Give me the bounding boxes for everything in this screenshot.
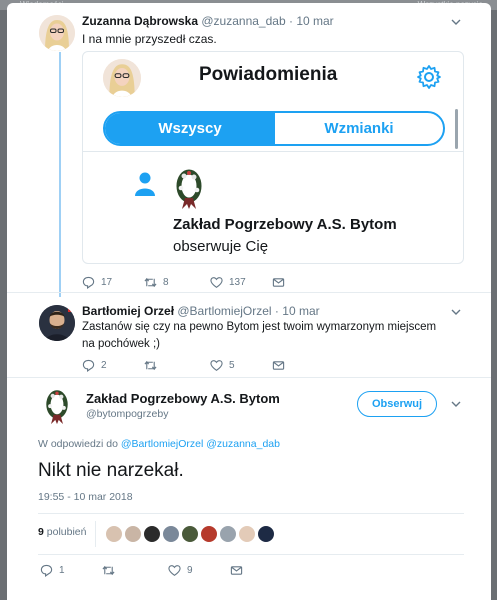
reply-mention-link[interactable]: @zuzanna_dab [206, 438, 280, 450]
thread-line [59, 52, 61, 297]
tweet-text: Zastanów się czy na pewno Bytom jest two… [82, 321, 437, 350]
tweet-text: Nikt nie narzekał. [38, 460, 184, 481]
retweet-count: 8 [163, 276, 169, 288]
like-button[interactable]: 9 [168, 562, 193, 578]
reply-count: 17 [101, 276, 113, 288]
avatar-bartlomiej[interactable] [39, 305, 75, 341]
tweet-text: I na mnie przyszedł czas. [82, 32, 217, 46]
likes-summary[interactable]: 9 polubień [38, 526, 86, 538]
author-name[interactable]: Bartłomiej Orzeł [82, 304, 174, 318]
liker-avatar[interactable] [257, 525, 275, 543]
divider [95, 521, 96, 547]
liker-avatar[interactable] [124, 525, 142, 543]
author-name[interactable]: Zuzanna Dąbrowska [82, 14, 198, 28]
liker-avatar[interactable] [219, 525, 237, 543]
reply-count: 2 [101, 359, 107, 371]
avatar-zuzanna[interactable] [39, 15, 75, 51]
liker-avatar[interactable] [181, 525, 199, 543]
message-button[interactable] [230, 562, 243, 578]
avatar-zaklad[interactable] [39, 389, 75, 425]
divider [7, 377, 491, 378]
reply-button[interactable]: 17 [82, 274, 112, 290]
liker-avatar[interactable] [162, 525, 180, 543]
tweet-timestamp[interactable]: 19:55 - 10 mar 2018 [38, 491, 133, 503]
heart-icon [210, 276, 223, 288]
follower-action: obserwuje Cię [173, 238, 269, 255]
reply-context: W odpowiedzi do @BartlomiejOrzel @zuzann… [38, 438, 280, 450]
message-button[interactable] [272, 357, 285, 373]
chevron-down-icon[interactable] [451, 307, 461, 317]
tweet2-header: Bartłomiej Orzeł @BartlomiejOrzel · 10 m… [82, 304, 320, 318]
like-count: 9 [187, 564, 193, 576]
like-button[interactable]: 5 [210, 357, 235, 373]
retweet-icon [144, 360, 157, 370]
embedded-screenshot[interactable]: Powiadomienia Wszyscy Wzmianki Zakład Po… [82, 51, 464, 264]
follower-name: Zakład Pogrzebowy A.S. Bytom [173, 216, 397, 233]
reply-icon [82, 359, 95, 372]
envelope-icon [272, 277, 285, 287]
envelope-icon [230, 565, 243, 575]
chevron-down-icon[interactable] [451, 399, 461, 409]
tweet1-actions: 17 8 137 [82, 274, 302, 290]
divider [38, 513, 464, 514]
tweet1-header: Zuzanna Dąbrowska @zuzanna_dab · 10 mar [82, 14, 334, 28]
follow-button[interactable]: Obserwuj [357, 391, 437, 417]
likes-count: 9 [38, 526, 44, 538]
tweet-modal: Zuzanna Dąbrowska @zuzanna_dab · 10 mar … [7, 3, 491, 600]
retweet-button[interactable] [144, 357, 163, 373]
like-count: 5 [229, 359, 235, 371]
author-handle[interactable]: @zuzanna_dab [201, 14, 285, 28]
like-count: 137 [229, 276, 246, 288]
tweet3-actions: 1 9 [40, 562, 260, 578]
reply-mention-link[interactable]: @BartlomiejOrzel [121, 438, 203, 450]
liker-avatar[interactable] [238, 525, 256, 543]
author-handle[interactable]: @bytompogrzeby [86, 408, 168, 420]
likes-label: polubień [46, 526, 87, 538]
author-name[interactable]: Zakład Pogrzebowy A.S. Bytom [86, 391, 280, 406]
retweet-icon [144, 277, 157, 287]
notifications-header: Powiadomienia Wszyscy Wzmianki [83, 52, 463, 152]
notifications-tabs: Wszyscy Wzmianki [103, 111, 445, 146]
envelope-icon [272, 360, 285, 370]
author-handle[interactable]: @BartlomiejOrzel [177, 304, 271, 318]
tab-mentions: Wzmianki [324, 120, 394, 137]
tab-all: Wszyscy [105, 113, 275, 144]
divider [7, 292, 491, 293]
reply-icon [40, 564, 53, 577]
reply-button[interactable]: 2 [82, 357, 107, 373]
gear-icon [417, 65, 441, 89]
divider [38, 554, 464, 555]
tweet-date[interactable]: 10 mar [296, 14, 333, 28]
heart-icon [210, 359, 223, 371]
reply-button[interactable]: 1 [40, 562, 65, 578]
person-icon [135, 172, 155, 196]
funeral-wreath-icon [176, 169, 202, 209]
embed-scrollbar [455, 109, 458, 149]
message-button[interactable] [272, 274, 285, 290]
retweet-button[interactable]: 8 [144, 274, 169, 290]
liker-avatar[interactable] [200, 525, 218, 543]
liker-avatar[interactable] [143, 525, 161, 543]
retweet-icon [102, 565, 115, 575]
retweet-button[interactable] [102, 562, 121, 578]
reply-count: 1 [59, 564, 65, 576]
notifications-title: Powiadomienia [199, 64, 338, 85]
heart-icon [168, 564, 181, 576]
tweet2-actions: 2 5 [82, 357, 302, 373]
embed-avatar [103, 59, 141, 97]
like-button[interactable]: 137 [210, 274, 246, 290]
reply-prefix: W odpowiedzi do [38, 438, 118, 450]
tweet-date[interactable]: 10 mar [282, 304, 319, 318]
chevron-down-icon[interactable] [451, 17, 461, 27]
liker-avatar[interactable] [105, 525, 123, 543]
reply-icon [82, 276, 95, 289]
